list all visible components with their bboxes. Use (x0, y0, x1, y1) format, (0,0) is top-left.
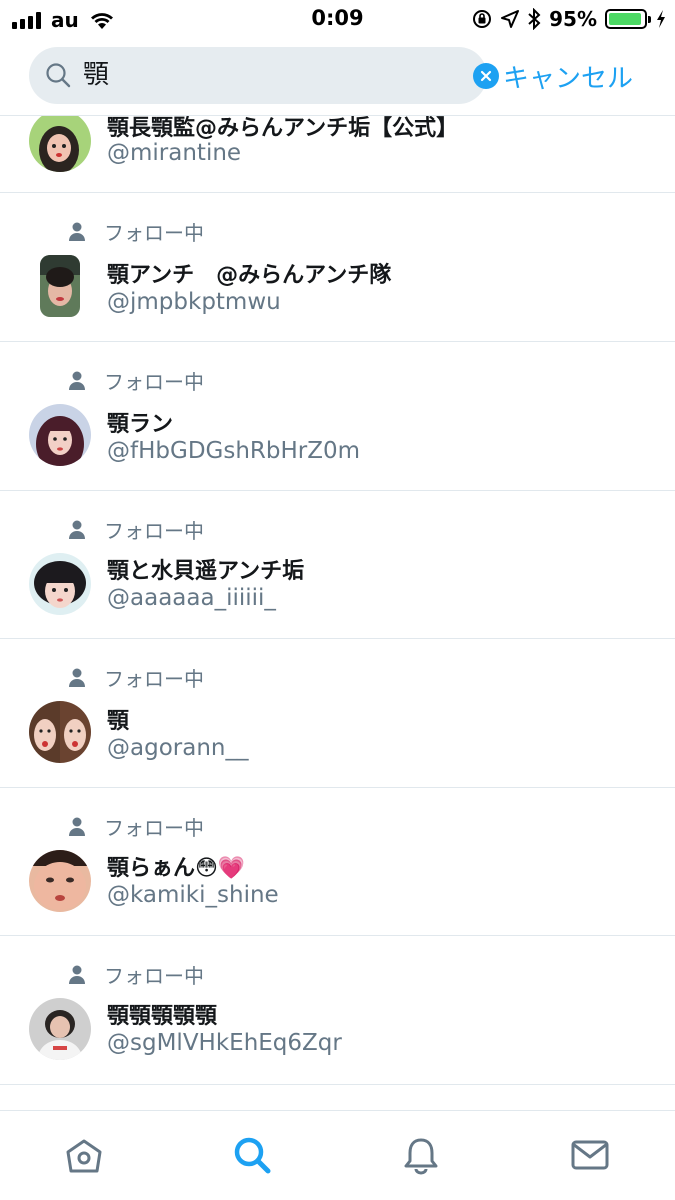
cancel-button[interactable]: キャンセル (503, 58, 633, 95)
search-header: キャンセル (0, 38, 675, 116)
user-name: 顎顎顎顎顎 (107, 1004, 218, 1029)
following-indicator: フォロー中 (68, 960, 204, 989)
list-item[interactable]: フォロー中 顎 @agorann__ (0, 639, 675, 788)
tab-home[interactable] (0, 1111, 168, 1200)
tab-messages[interactable] (506, 1111, 674, 1200)
location-arrow-icon (501, 10, 520, 28)
user-handle: @agorann__ (107, 735, 249, 761)
person-icon (69, 817, 85, 836)
status-bar: au 0:09 95% (0, 0, 675, 38)
avatar (29, 553, 91, 615)
following-indicator: フォロー中 (68, 217, 204, 246)
user-name: 顎ラン (107, 412, 174, 437)
person-icon (69, 371, 85, 390)
following-label: フォロー中 (104, 370, 204, 394)
avatar (29, 850, 91, 912)
list-item[interactable]: フォロー中 顎と水貝遥アンチ垢 @aaaaaa_iiiiii_ (0, 491, 675, 639)
battery-percentage: 95% (549, 7, 597, 31)
home-icon (66, 1139, 102, 1173)
following-label: フォロー中 (104, 667, 204, 691)
list-item[interactable]: フォロー中 顎らぁん😳💗 @kamiki_shine (0, 788, 675, 936)
avatar (29, 404, 91, 466)
bell-icon (404, 1138, 438, 1175)
search-bar[interactable] (29, 47, 499, 104)
person-icon (69, 222, 85, 241)
person-icon (69, 520, 85, 539)
user-name: 顎 (107, 709, 130, 734)
following-label: フォロー中 (104, 519, 204, 543)
clear-search-button[interactable] (473, 63, 499, 89)
following-indicator: フォロー中 (68, 663, 204, 692)
user-handle: @jmpbkptmwu (107, 289, 281, 315)
tab-notifications[interactable] (337, 1111, 505, 1200)
battery-level-fill (609, 13, 642, 25)
search-results-screen: 顎長顎監@みらんアンチ垢【公式】 @mirantine フォロー中 顎アンチ @… (0, 0, 675, 1200)
user-handle: @mirantine (107, 140, 242, 166)
mail-icon (571, 1140, 609, 1170)
following-label: フォロー中 (104, 221, 204, 245)
bluetooth-icon (528, 8, 541, 30)
user-handle: @sgMlVHkEhEq6Zqr (107, 1030, 342, 1056)
person-icon (69, 668, 85, 687)
user-name: 顎アンチ @みらんアンチ隊 (107, 263, 392, 288)
following-indicator: フォロー中 (68, 366, 204, 395)
person-icon (69, 965, 85, 984)
battery-icon (605, 9, 651, 29)
list-item[interactable]: フォロー中 顎ラン @fHbGDGshRbHrZ0m (0, 342, 675, 491)
list-item[interactable]: フォロー中 顎顎顎顎顎 @sgMlVHkEhEq6Zqr (0, 936, 675, 1085)
orientation-lock-icon (473, 10, 492, 28)
following-indicator: フォロー中 (68, 515, 204, 544)
user-handle: @aaaaaa_iiiiii_ (107, 585, 276, 611)
list-item[interactable]: フォロー中 顎アンチ @みらんアンチ隊 @jmpbkptmwu (0, 193, 675, 342)
user-name: 顎らぁん😳💗 (107, 856, 246, 881)
avatar (29, 701, 91, 763)
search-icon (234, 1137, 271, 1174)
following-indicator: フォロー中 (68, 812, 204, 841)
user-name: 顎と水貝遥アンチ垢 (107, 559, 305, 584)
following-label: フォロー中 (104, 964, 204, 988)
tab-search[interactable] (168, 1111, 336, 1200)
search-input[interactable] (83, 47, 463, 104)
close-icon (480, 70, 492, 82)
charging-bolt-icon (657, 10, 665, 28)
tab-bar (0, 1110, 675, 1200)
user-handle: @fHbGDGshRbHrZ0m (107, 438, 361, 464)
user-handle: @kamiki_shine (107, 882, 279, 908)
avatar (40, 255, 80, 317)
avatar (29, 998, 91, 1060)
search-icon (46, 63, 71, 88)
avatar (29, 110, 91, 172)
following-label: フォロー中 (104, 816, 204, 840)
